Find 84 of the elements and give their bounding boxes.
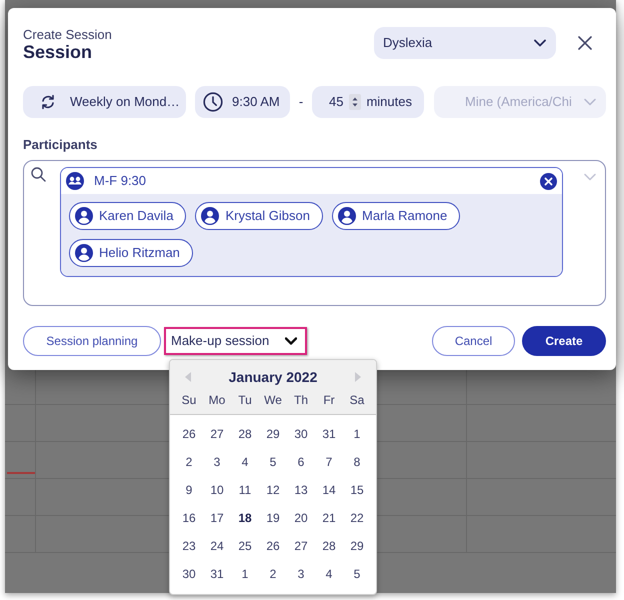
- calendar-day[interactable]: 2: [259, 560, 287, 588]
- month-label: January 2022: [228, 368, 318, 387]
- recurrence-select[interactable]: Weekly on Mond…: [23, 86, 186, 118]
- calendar-day[interactable]: 3: [203, 448, 231, 476]
- chevron-down-icon: [584, 98, 596, 106]
- calendar-day[interactable]: 17: [203, 504, 231, 532]
- weekday-label: Th: [292, 392, 309, 409]
- participant-chip[interactable]: Marla Ramone: [332, 202, 460, 230]
- calendar-day[interactable]: 24: [203, 532, 231, 560]
- calendar-day[interactable]: 10: [203, 476, 231, 504]
- chevron-down-icon: [534, 39, 546, 47]
- calendar-day[interactable]: 8: [343, 448, 371, 476]
- calendar-day[interactable]: 9: [175, 476, 203, 504]
- calendar-day[interactable]: 22: [343, 504, 371, 532]
- calendar-day[interactable]: 1: [343, 420, 371, 448]
- calendar-day[interactable]: 25: [231, 532, 259, 560]
- group-icon: [66, 172, 84, 190]
- weekday-label: We: [263, 392, 283, 409]
- session-type-select[interactable]: Make-up session: [164, 327, 307, 355]
- calendar-day[interactable]: 26: [175, 420, 203, 448]
- stepper-icon[interactable]: [349, 94, 362, 110]
- calendar-day[interactable]: 11: [231, 476, 259, 504]
- participant-chip[interactable]: Helio Ritzman: [69, 239, 193, 267]
- calendar-day[interactable]: 29: [343, 532, 371, 560]
- person-icon: [201, 207, 220, 225]
- time-separator: -: [298, 93, 304, 112]
- calendar-day[interactable]: 7: [315, 448, 343, 476]
- calendar-day[interactable]: 12: [259, 476, 287, 504]
- chevron-down-icon: [285, 337, 297, 345]
- calendar-day[interactable]: 31: [203, 560, 231, 588]
- calendar-day[interactable]: 30: [287, 420, 315, 448]
- calendar-day[interactable]: 21: [315, 504, 343, 532]
- weekday-label: Sa: [348, 392, 366, 409]
- participants-field[interactable]: M-F 9:30 Karen Davila Krystal Gibson Marla Ramone Helio Ritzman: [23, 160, 606, 306]
- calendar-day[interactable]: 2: [175, 448, 203, 476]
- calendar-day[interactable]: 27: [287, 532, 315, 560]
- calendar-day[interactable]: 4: [231, 448, 259, 476]
- start-time-field[interactable]: 9:30 AM: [195, 86, 290, 118]
- calendar-day[interactable]: 20: [287, 504, 315, 532]
- create-button[interactable]: Create: [522, 326, 606, 356]
- person-icon: [75, 207, 93, 225]
- participant-chip[interactable]: Karen Davila: [69, 202, 186, 230]
- calendar-day[interactable]: 5: [343, 560, 371, 588]
- calendar-day[interactable]: 18: [231, 504, 259, 532]
- group-name: M-F 9:30: [94, 172, 146, 190]
- person-icon: [75, 244, 93, 262]
- calendar-day[interactable]: 30: [175, 560, 203, 588]
- weekday-label: Tu: [237, 392, 253, 409]
- weekday-label: Mo: [208, 392, 226, 409]
- calendar-day[interactable]: 16: [175, 504, 203, 532]
- dialog-title: Session: [23, 42, 94, 62]
- weekday-label: Fr: [322, 392, 336, 409]
- session-planning-button[interactable]: Session planning: [23, 326, 161, 356]
- refresh-icon: [40, 94, 56, 110]
- calendar-day[interactable]: 27: [203, 420, 231, 448]
- calendar-day[interactable]: 5: [259, 448, 287, 476]
- close-icon[interactable]: [540, 172, 557, 190]
- calendar-day[interactable]: 31: [315, 420, 343, 448]
- calendar-day[interactable]: 13: [287, 476, 315, 504]
- calendar-day[interactable]: 26: [259, 532, 287, 560]
- close-icon[interactable]: [578, 36, 592, 50]
- duration-field[interactable]: 45 minutes: [312, 86, 424, 118]
- calendar-day[interactable]: 19: [259, 504, 287, 532]
- chevron-down-icon: [584, 173, 596, 181]
- clock-icon: [203, 92, 223, 112]
- participant-chip[interactable]: Krystal Gibson: [195, 202, 323, 230]
- dialog-subtitle: Create Session: [23, 27, 112, 42]
- calendar-day[interactable]: 4: [315, 560, 343, 588]
- calendar-day[interactable]: 1: [231, 560, 259, 588]
- calendar-day[interactable]: 28: [231, 420, 259, 448]
- cancel-button[interactable]: Cancel: [432, 326, 515, 356]
- calendar-day[interactable]: 6: [287, 448, 315, 476]
- participants-label: Participants: [23, 137, 98, 153]
- search-icon: [31, 167, 46, 182]
- calendar-day[interactable]: 3: [287, 560, 315, 588]
- weekday-label: Su: [180, 392, 198, 409]
- person-icon: [338, 207, 356, 225]
- calendar-day[interactable]: 14: [315, 476, 343, 504]
- calendar-day[interactable]: 23: [175, 532, 203, 560]
- calendar-day[interactable]: 29: [259, 420, 287, 448]
- calendar-day[interactable]: 15: [343, 476, 371, 504]
- category-select[interactable]: Dyslexia: [374, 27, 556, 59]
- calendar-day[interactable]: 28: [315, 532, 343, 560]
- current-time-line: [7, 472, 35, 474]
